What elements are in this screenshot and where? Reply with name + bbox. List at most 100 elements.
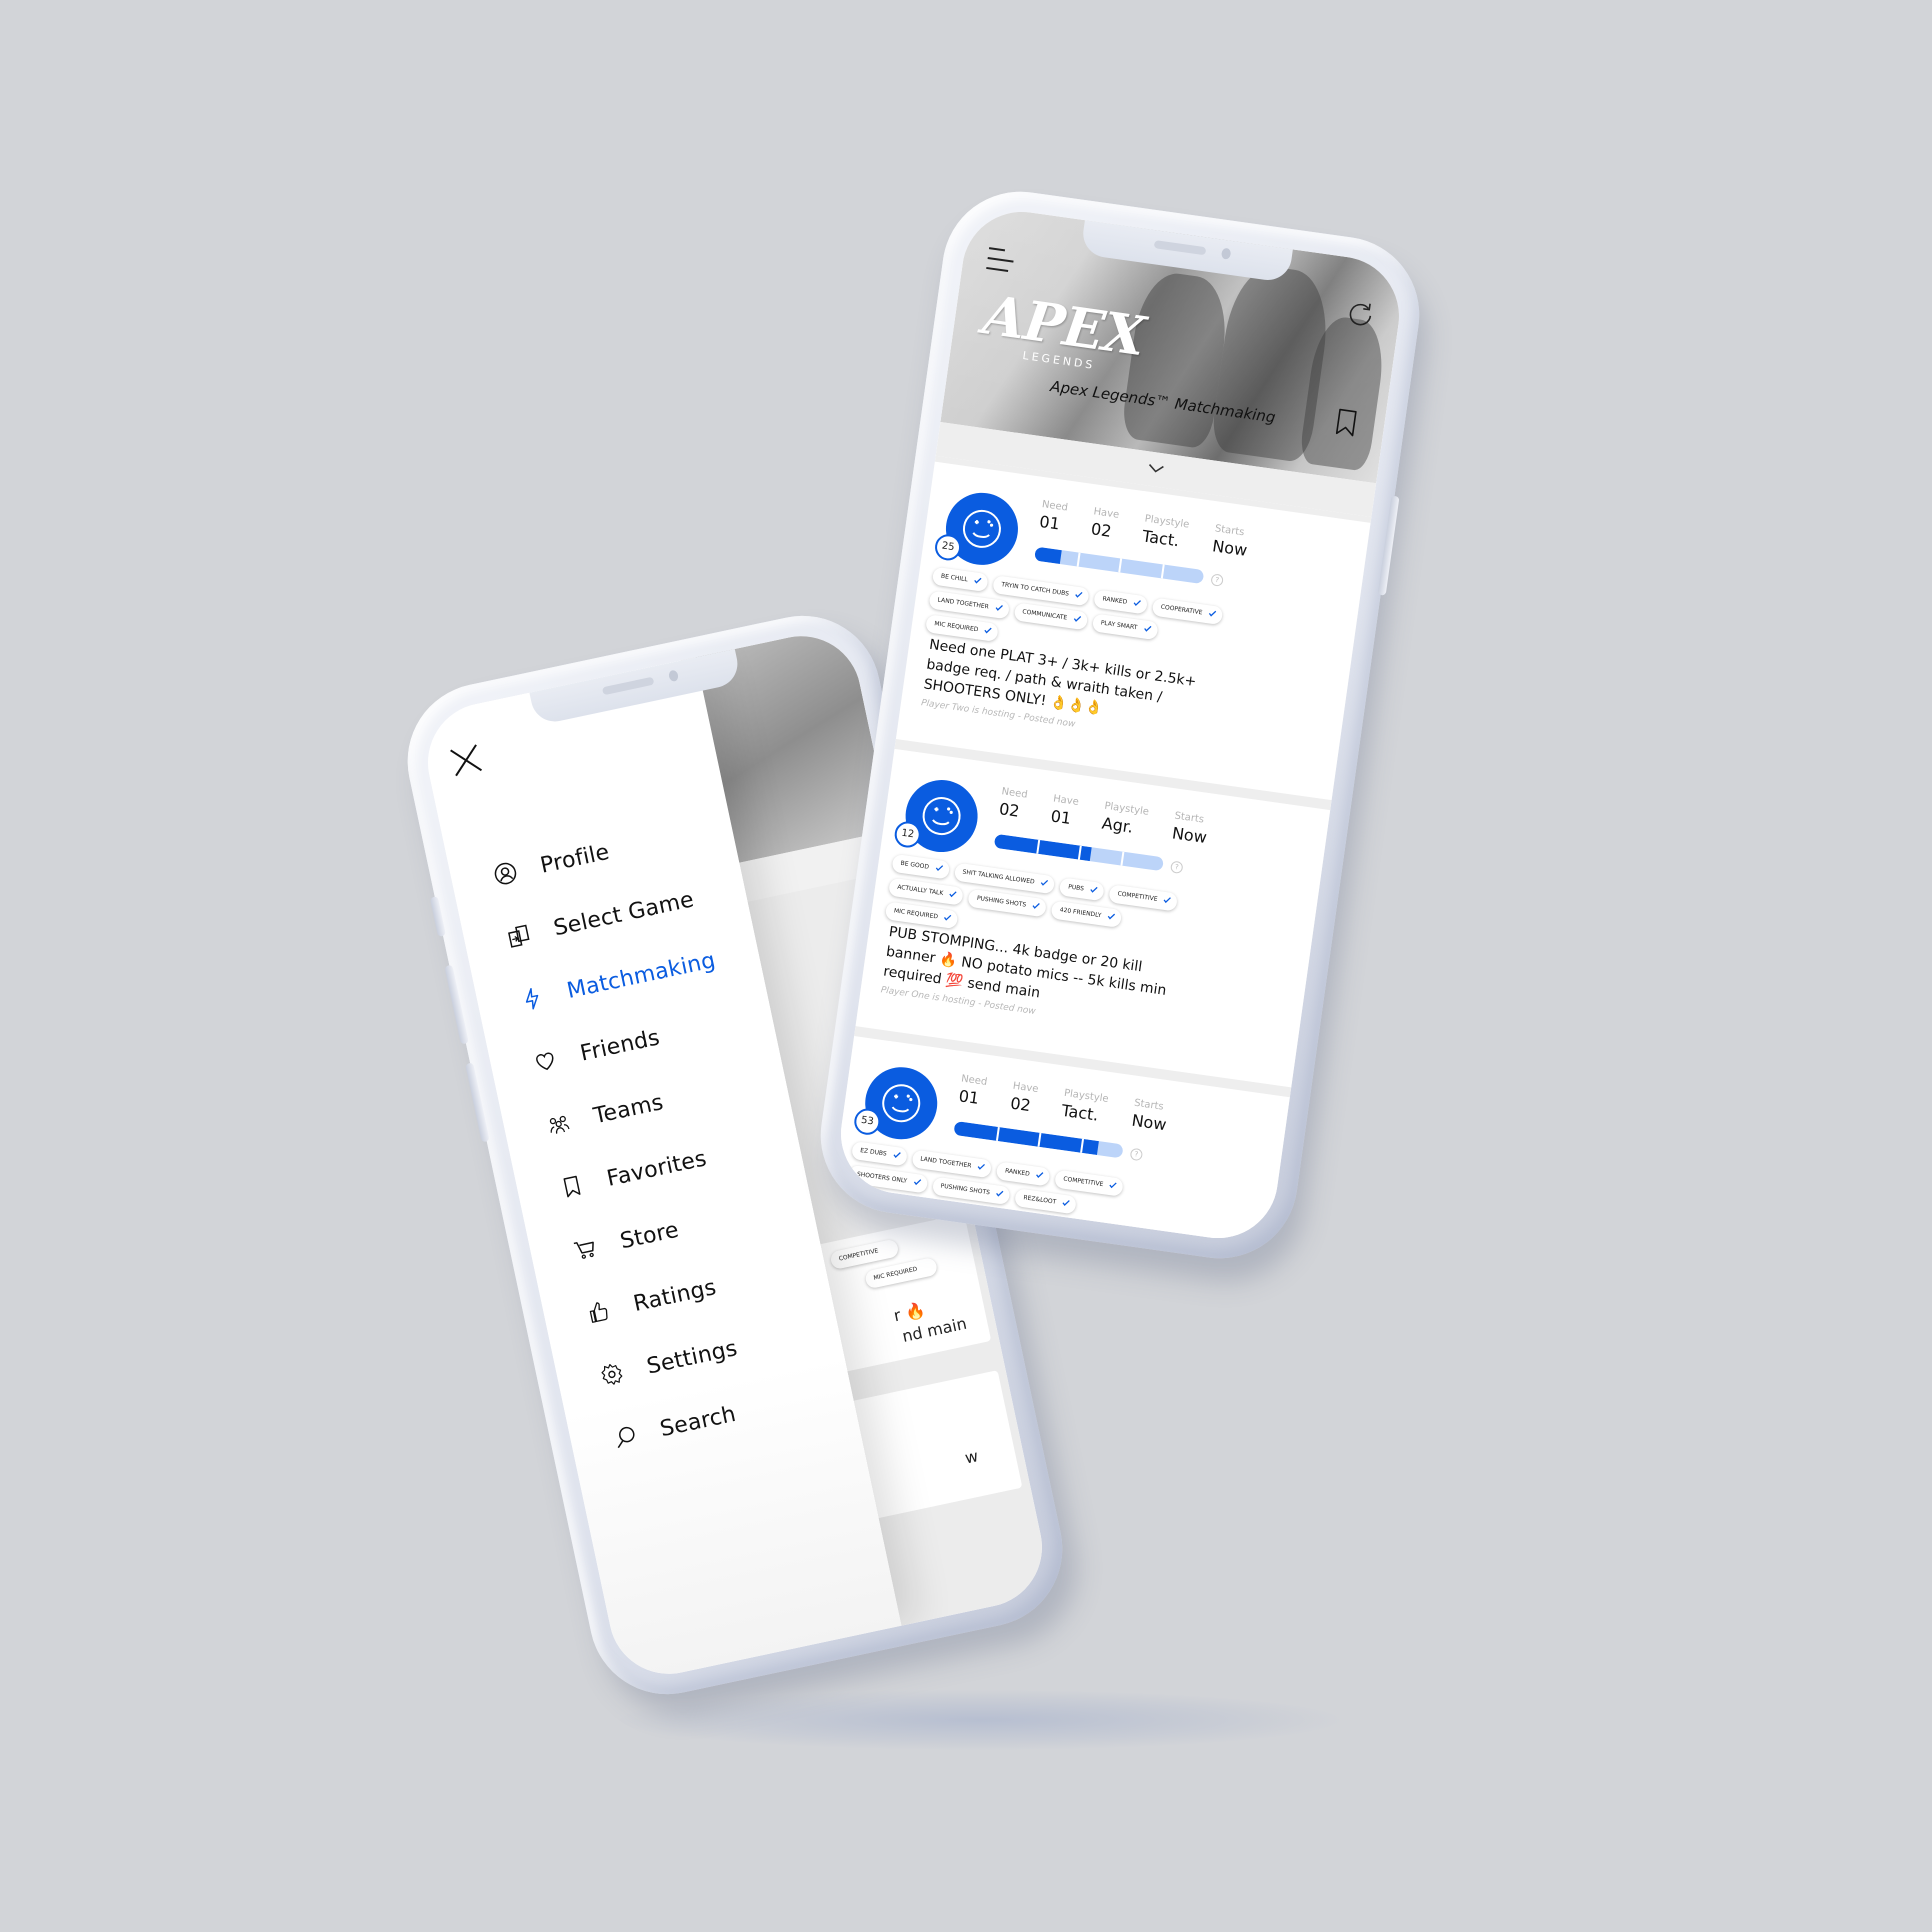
tag-chip: COMPETITIVE bbox=[1108, 884, 1179, 912]
background-tag: MIC REQUIRED bbox=[864, 1256, 939, 1290]
background-card: COMPETITIVE MIC REQUIRED r 🔥 nd main bbox=[817, 1213, 992, 1372]
tag-chip: REZ&LOOT bbox=[1014, 1188, 1078, 1215]
gear-icon bbox=[595, 1358, 628, 1391]
check-icon bbox=[1073, 615, 1081, 622]
check-icon bbox=[904, 1202, 912, 1208]
check-icon bbox=[984, 627, 993, 634]
tag-chip: EZ DUBS bbox=[851, 1140, 908, 1167]
background-card: w bbox=[850, 1370, 1023, 1519]
stat-have: 01 bbox=[1049, 806, 1073, 828]
help-icon[interactable]: ? bbox=[1129, 1147, 1144, 1162]
lobby-card[interactable]: 12 Need 02 Have 01 Playstyle Agr. Starts Now… bbox=[855, 748, 1331, 1088]
stat-playstyle: Tact. bbox=[1141, 526, 1181, 551]
check-icon bbox=[1107, 913, 1116, 920]
check-icon bbox=[949, 891, 958, 898]
tag-chip: TRYIN TO CATCH DUBS bbox=[992, 575, 1090, 607]
stat-playstyle: Agr. bbox=[1100, 813, 1135, 837]
tag-chip: LAND TOGETHER bbox=[911, 1149, 993, 1179]
check-icon bbox=[1090, 886, 1098, 893]
lobby-card[interactable]: 25 Need 01 Have 02 Playstyle Tact. Starts No… bbox=[895, 461, 1371, 801]
stat-label-have: Have bbox=[1012, 1080, 1040, 1096]
controller-face-icon bbox=[922, 797, 961, 836]
check-icon bbox=[1208, 610, 1217, 617]
level-badge: 53 bbox=[852, 1107, 883, 1137]
menu-item-label: Store bbox=[617, 1217, 681, 1254]
tag-chip: LAND TOGETHER bbox=[928, 590, 1010, 620]
select-game-icon bbox=[502, 920, 535, 953]
tag-chip: RANKED bbox=[995, 1161, 1051, 1187]
tag-chip: COMMUNICATE bbox=[1013, 602, 1089, 631]
progress-fill bbox=[953, 1120, 1099, 1155]
power-button bbox=[1377, 495, 1400, 596]
help-icon[interactable]: ? bbox=[1210, 573, 1224, 587]
stat-playstyle: Tact. bbox=[1060, 1100, 1100, 1125]
lobby-progress-bar bbox=[1034, 546, 1205, 585]
lightning-icon bbox=[515, 982, 548, 1015]
bookmark-icon bbox=[555, 1170, 588, 1203]
stat-starts: Now bbox=[1211, 536, 1249, 560]
check-icon bbox=[996, 1190, 1004, 1197]
check-icon bbox=[935, 865, 943, 871]
progress-fill bbox=[993, 833, 1092, 862]
tag-chip: SHIT TALKING ALLOWED bbox=[953, 862, 1056, 895]
refresh-icon[interactable] bbox=[1344, 298, 1378, 332]
check-icon bbox=[1036, 1172, 1044, 1179]
host-avatar: 53 bbox=[852, 1062, 942, 1144]
tag-chip: 420 FRIENDLY bbox=[1050, 900, 1123, 928]
check-icon bbox=[1133, 600, 1141, 607]
stat-need: 01 bbox=[1038, 511, 1062, 534]
tag-chip: COOPERATIVE bbox=[1151, 597, 1224, 626]
menu-item-label: Profile bbox=[538, 839, 612, 879]
check-icon bbox=[1041, 880, 1049, 886]
controller-face-icon bbox=[962, 509, 1001, 548]
check-icon bbox=[995, 604, 1003, 611]
menu-item-label: Matchmaking bbox=[564, 947, 718, 1004]
apex-legends-logo: APEX LEGENDS bbox=[978, 282, 1148, 378]
floor-shadow bbox=[620, 1690, 1340, 1750]
menu-item-label: Favorites bbox=[604, 1145, 709, 1192]
tag-chip: SHOOTERS ONLY bbox=[847, 1164, 928, 1194]
feed-phone: APEX LEGENDS Apex Legends™ Matchmaking 2… bbox=[810, 181, 1430, 1269]
tag-chip: PUBS bbox=[1058, 877, 1105, 902]
close-icon[interactable] bbox=[446, 740, 486, 780]
tag-chip: RANKED bbox=[1093, 589, 1149, 615]
background-text: w bbox=[963, 1446, 980, 1468]
check-icon bbox=[944, 914, 952, 921]
cart-icon bbox=[569, 1233, 602, 1266]
stat-label-have: Have bbox=[1052, 793, 1080, 808]
check-icon bbox=[1143, 625, 1152, 632]
menu-item-label: Search bbox=[657, 1401, 739, 1442]
progress-fill bbox=[1034, 546, 1062, 564]
host-avatar: 12 bbox=[893, 775, 983, 857]
background-text: r 🔥 bbox=[891, 1300, 927, 1326]
stat-have: 02 bbox=[1089, 519, 1113, 541]
check-icon bbox=[1075, 591, 1083, 598]
hamburger-menu-icon[interactable] bbox=[986, 247, 1019, 277]
bookmark-icon[interactable] bbox=[1334, 407, 1358, 438]
stat-label-need: Need bbox=[1000, 786, 1029, 801]
stat-need: 02 bbox=[997, 799, 1021, 821]
help-icon[interactable]: ? bbox=[1169, 860, 1184, 875]
heart-icon bbox=[529, 1045, 562, 1078]
tag-chip: PLAY SMART bbox=[1091, 613, 1159, 641]
thumbs-up-icon bbox=[582, 1295, 615, 1328]
check-icon bbox=[913, 1179, 921, 1185]
menu-item-label: Teams bbox=[591, 1089, 666, 1129]
stat-starts: Now bbox=[1170, 823, 1209, 848]
tag-chip: BE CHILL bbox=[931, 566, 989, 593]
chevron-down-icon[interactable] bbox=[1145, 457, 1168, 480]
volume-up-button bbox=[444, 964, 469, 1045]
host-avatar: 25 bbox=[933, 488, 1023, 570]
check-icon bbox=[1109, 1182, 1118, 1189]
search-icon bbox=[609, 1420, 642, 1453]
tag-chip: PUSHING SHOTS bbox=[931, 1176, 1011, 1206]
stat-label-have: Have bbox=[1092, 506, 1120, 521]
lobby-progress-bar bbox=[993, 833, 1164, 872]
stat-have: 02 bbox=[1009, 1093, 1032, 1116]
mute-switch bbox=[429, 896, 447, 937]
tag-chip: PUSHING SHOTS bbox=[967, 888, 1048, 918]
controller-face-icon bbox=[882, 1084, 921, 1123]
check-icon bbox=[893, 1152, 901, 1158]
stat-label-need: Need bbox=[960, 1073, 988, 1088]
check-icon bbox=[1062, 1200, 1070, 1206]
